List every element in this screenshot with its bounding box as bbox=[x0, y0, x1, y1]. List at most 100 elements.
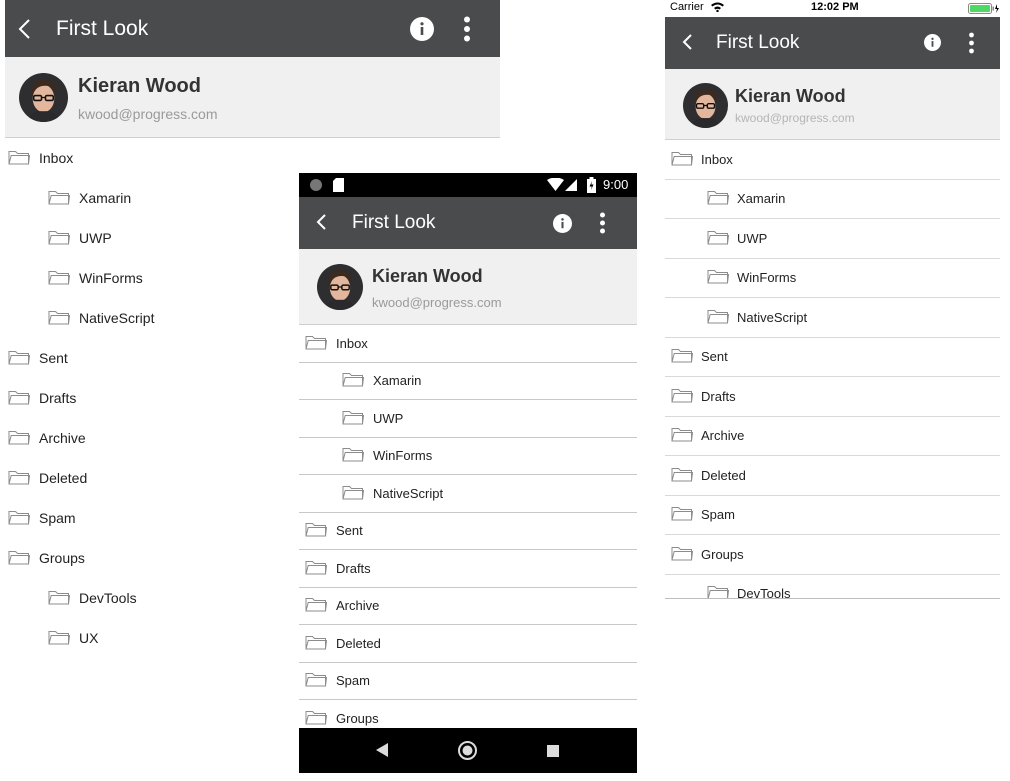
folder-label: Archive bbox=[701, 428, 745, 444]
square-recents-icon bbox=[547, 745, 559, 757]
chevron-left-icon bbox=[18, 19, 30, 39]
signal-icon bbox=[565, 179, 577, 191]
nav-back-button[interactable] bbox=[376, 743, 389, 762]
more-options-button[interactable] bbox=[599, 212, 606, 239]
folder-icon bbox=[305, 521, 328, 540]
folder-item[interactable]: UWP bbox=[665, 219, 1000, 259]
folder-item[interactable]: Spam bbox=[665, 496, 1000, 535]
user-name: Kieran Wood bbox=[735, 86, 846, 106]
info-icon bbox=[924, 34, 941, 51]
back-button[interactable] bbox=[681, 33, 693, 56]
folder-item[interactable]: DevTools bbox=[665, 575, 1000, 598]
folder-item[interactable]: Drafts bbox=[665, 377, 1000, 417]
status-bar: Carrier 12:02 PM bbox=[665, 0, 1000, 17]
folder-label: UWP bbox=[79, 230, 112, 246]
folder-label: Inbox bbox=[336, 335, 368, 351]
folder-label: Groups bbox=[701, 546, 744, 562]
folder-label: Spam bbox=[39, 510, 76, 526]
status-time: 9:00 bbox=[603, 177, 629, 192]
more-vertical-icon bbox=[969, 32, 974, 54]
folder-item[interactable]: Spam bbox=[299, 663, 637, 700]
folder-label: DevTools bbox=[79, 590, 137, 606]
folder-label: Xamarin bbox=[373, 373, 422, 389]
folder-label: Sent bbox=[336, 523, 363, 539]
folder-icon bbox=[671, 545, 694, 564]
folder-item[interactable]: Xamarin bbox=[299, 363, 637, 400]
folder-item[interactable]: Sent bbox=[665, 338, 1000, 377]
folder-label: Groups bbox=[336, 710, 379, 726]
folder-icon bbox=[48, 589, 71, 608]
app-bar: First Look bbox=[665, 17, 1000, 69]
app-bar: First Look bbox=[299, 197, 637, 249]
folder-label: NativeScript bbox=[79, 310, 155, 326]
folder-icon bbox=[8, 469, 31, 488]
user-email: kwood@progress.com bbox=[372, 295, 502, 310]
folder-icon bbox=[342, 371, 365, 390]
info-button[interactable] bbox=[553, 214, 572, 238]
folder-item[interactable]: Inbox bbox=[5, 138, 500, 178]
folder-label: NativeScript bbox=[737, 309, 808, 325]
folder-item[interactable]: Deleted bbox=[665, 456, 1000, 496]
folder-icon bbox=[707, 584, 730, 598]
info-button[interactable] bbox=[924, 34, 941, 56]
user-email: kwood@progress.com bbox=[735, 111, 855, 125]
user-name: Kieran Wood bbox=[78, 75, 201, 97]
folder-item[interactable]: WinForms bbox=[665, 259, 1000, 298]
triangle-back-icon bbox=[376, 743, 388, 757]
info-icon bbox=[553, 214, 572, 233]
folder-label: Deleted bbox=[336, 635, 381, 651]
folder-item[interactable]: Xamarin bbox=[665, 180, 1000, 219]
user-profile-header: Kieran Wood kwood@progress.com bbox=[665, 69, 1000, 140]
folder-label: Sent bbox=[39, 350, 68, 366]
page-title: First Look bbox=[716, 32, 800, 53]
folder-icon bbox=[8, 389, 31, 408]
android-screen: 9:00 First Look Kieran Wood kwood@progre… bbox=[299, 173, 637, 773]
folder-icon bbox=[671, 426, 694, 445]
folder-icon bbox=[305, 559, 328, 578]
folder-icon bbox=[342, 446, 365, 465]
folder-icon bbox=[48, 229, 71, 248]
folder-icon bbox=[48, 309, 71, 328]
folder-item[interactable]: NativeScript bbox=[665, 298, 1000, 338]
folder-item[interactable]: Archive bbox=[299, 588, 637, 625]
folder-icon bbox=[305, 334, 328, 353]
ios-screen: Carrier 12:02 PM First Look Kieran Wood … bbox=[665, 0, 1000, 599]
folder-item[interactable]: Inbox bbox=[299, 325, 637, 363]
folder-item[interactable]: UWP bbox=[299, 400, 637, 438]
folder-item[interactable]: Deleted bbox=[299, 625, 637, 663]
battery-icon bbox=[587, 177, 596, 193]
user-profile-header: Kieran Wood kwood@progress.com bbox=[5, 57, 500, 138]
folder-item[interactable]: Groups bbox=[665, 535, 1000, 575]
folder-item[interactable]: Archive bbox=[665, 417, 1000, 456]
page-title: First Look bbox=[56, 17, 149, 40]
info-button[interactable] bbox=[410, 17, 434, 46]
folder-icon bbox=[48, 269, 71, 288]
back-button[interactable] bbox=[315, 213, 327, 236]
nav-home-button[interactable] bbox=[458, 741, 477, 765]
folder-item[interactable]: WinForms bbox=[299, 438, 637, 475]
folder-icon bbox=[8, 429, 31, 448]
more-options-button[interactable] bbox=[463, 16, 471, 47]
folder-item[interactable]: Drafts bbox=[299, 550, 637, 588]
folder-icon bbox=[707, 308, 730, 327]
folder-icon bbox=[671, 387, 694, 406]
folder-item[interactable]: Inbox bbox=[665, 140, 1000, 180]
folder-icon bbox=[8, 549, 31, 568]
folder-item[interactable]: Sent bbox=[299, 513, 637, 550]
info-icon bbox=[410, 17, 434, 41]
nav-recents-button[interactable] bbox=[547, 744, 559, 762]
folder-label: WinForms bbox=[79, 270, 143, 286]
more-options-button[interactable] bbox=[968, 32, 975, 59]
back-button[interactable] bbox=[17, 18, 31, 45]
avatar bbox=[317, 264, 363, 310]
chevron-left-icon bbox=[316, 214, 326, 230]
folder-icon bbox=[342, 484, 365, 503]
folder-item[interactable]: NativeScript bbox=[299, 475, 637, 513]
folder-label: Xamarin bbox=[737, 191, 786, 207]
folder-icon bbox=[8, 509, 31, 528]
folder-label: UX bbox=[79, 630, 99, 646]
page-title: First Look bbox=[352, 212, 436, 233]
folder-label: Spam bbox=[701, 507, 735, 523]
app-bar: First Look bbox=[5, 0, 500, 57]
folder-label: Inbox bbox=[701, 151, 733, 167]
